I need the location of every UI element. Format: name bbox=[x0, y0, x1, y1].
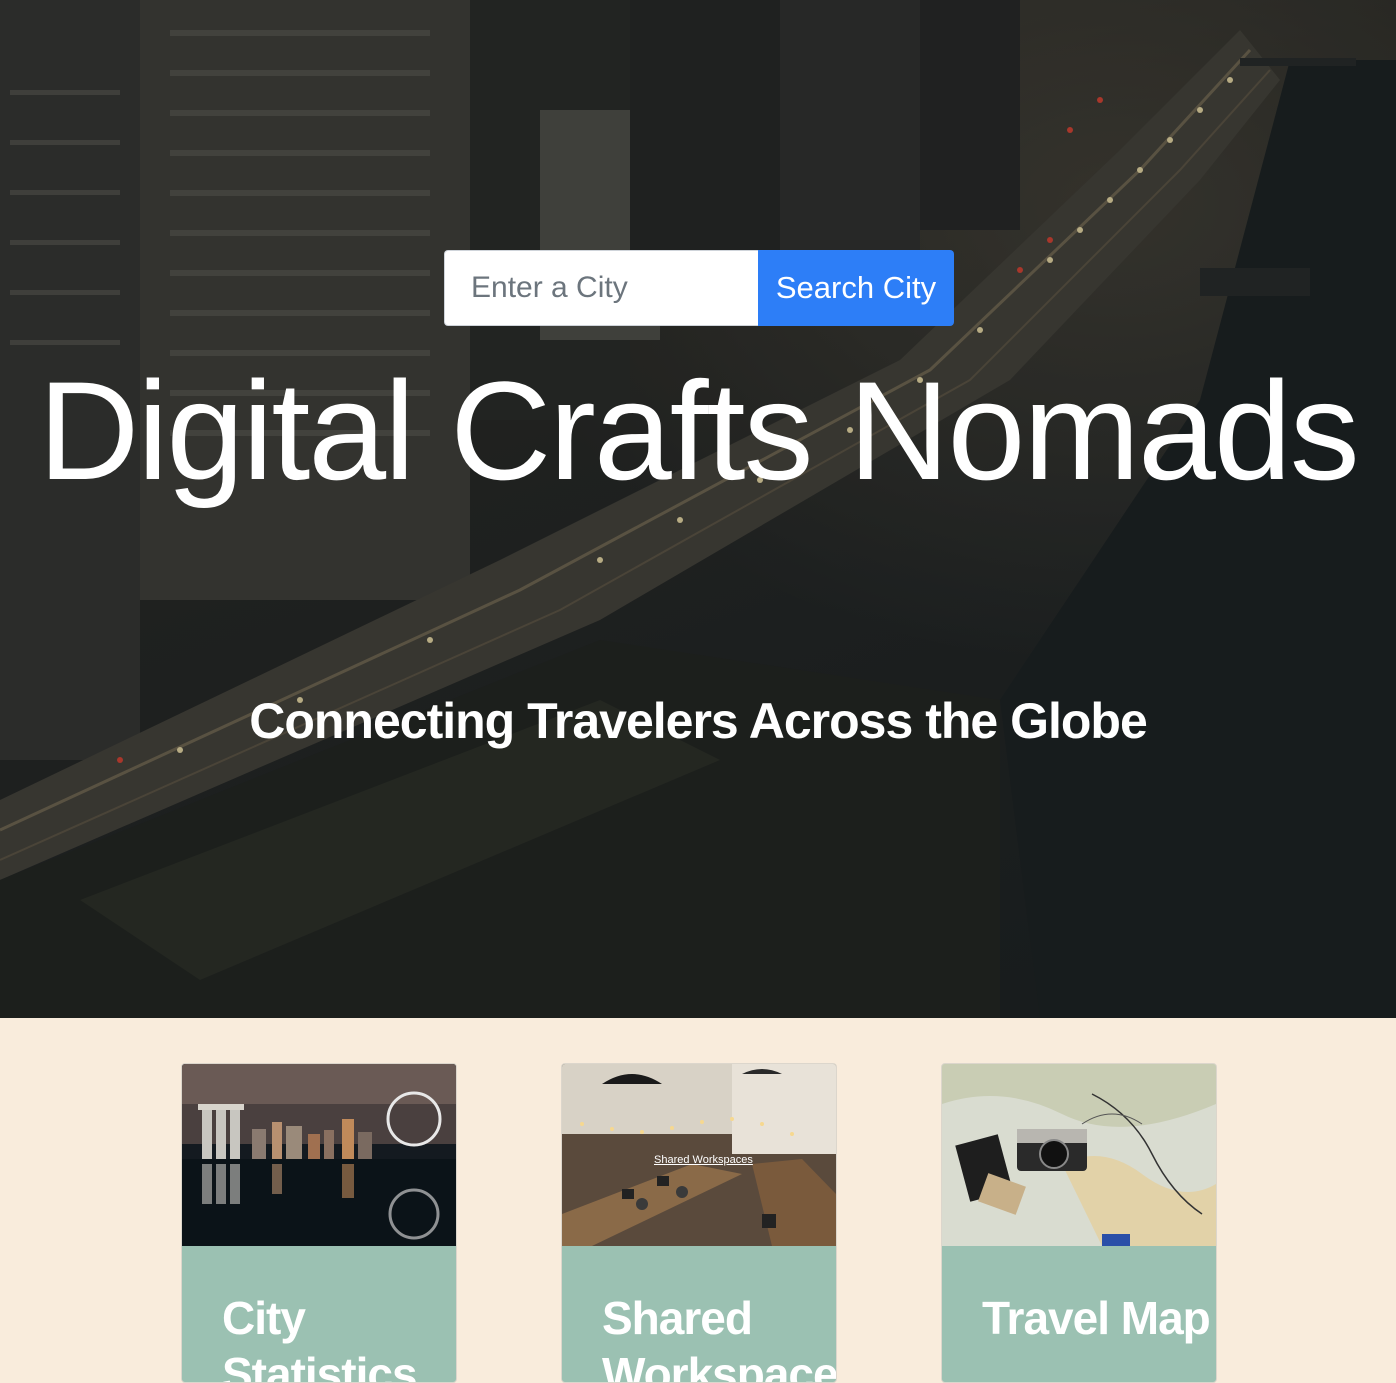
city-skyline-image bbox=[182, 1064, 456, 1246]
card-title: City Statistics bbox=[222, 1292, 418, 1383]
image-caption: Shared Workspaces bbox=[654, 1154, 753, 1166]
travel-map-image bbox=[942, 1064, 1216, 1246]
features-section: City Statistics Shared Workspaces Shared… bbox=[0, 1018, 1396, 1383]
card-shared-workspaces[interactable]: Shared Workspaces Shared Workspaces bbox=[561, 1063, 837, 1383]
hero-section: Search City Digital Crafts Nomads Connec… bbox=[0, 0, 1396, 1018]
card-title: Shared Workspaces bbox=[602, 1292, 837, 1383]
city-search-form: Search City bbox=[444, 250, 954, 326]
search-city-button[interactable]: Search City bbox=[758, 250, 954, 326]
card-title: Travel Map bbox=[982, 1292, 1211, 1344]
page-subtitle: Connecting Travelers Across the Globe bbox=[249, 693, 1148, 749]
workspace-image: Shared Workspaces bbox=[562, 1064, 836, 1246]
card-travel-map[interactable]: Travel Map bbox=[941, 1063, 1217, 1383]
card-city-statistics[interactable]: City Statistics bbox=[181, 1063, 457, 1383]
city-search-input[interactable] bbox=[444, 250, 758, 326]
page-title: Digital Crafts Nomads bbox=[38, 352, 1360, 509]
